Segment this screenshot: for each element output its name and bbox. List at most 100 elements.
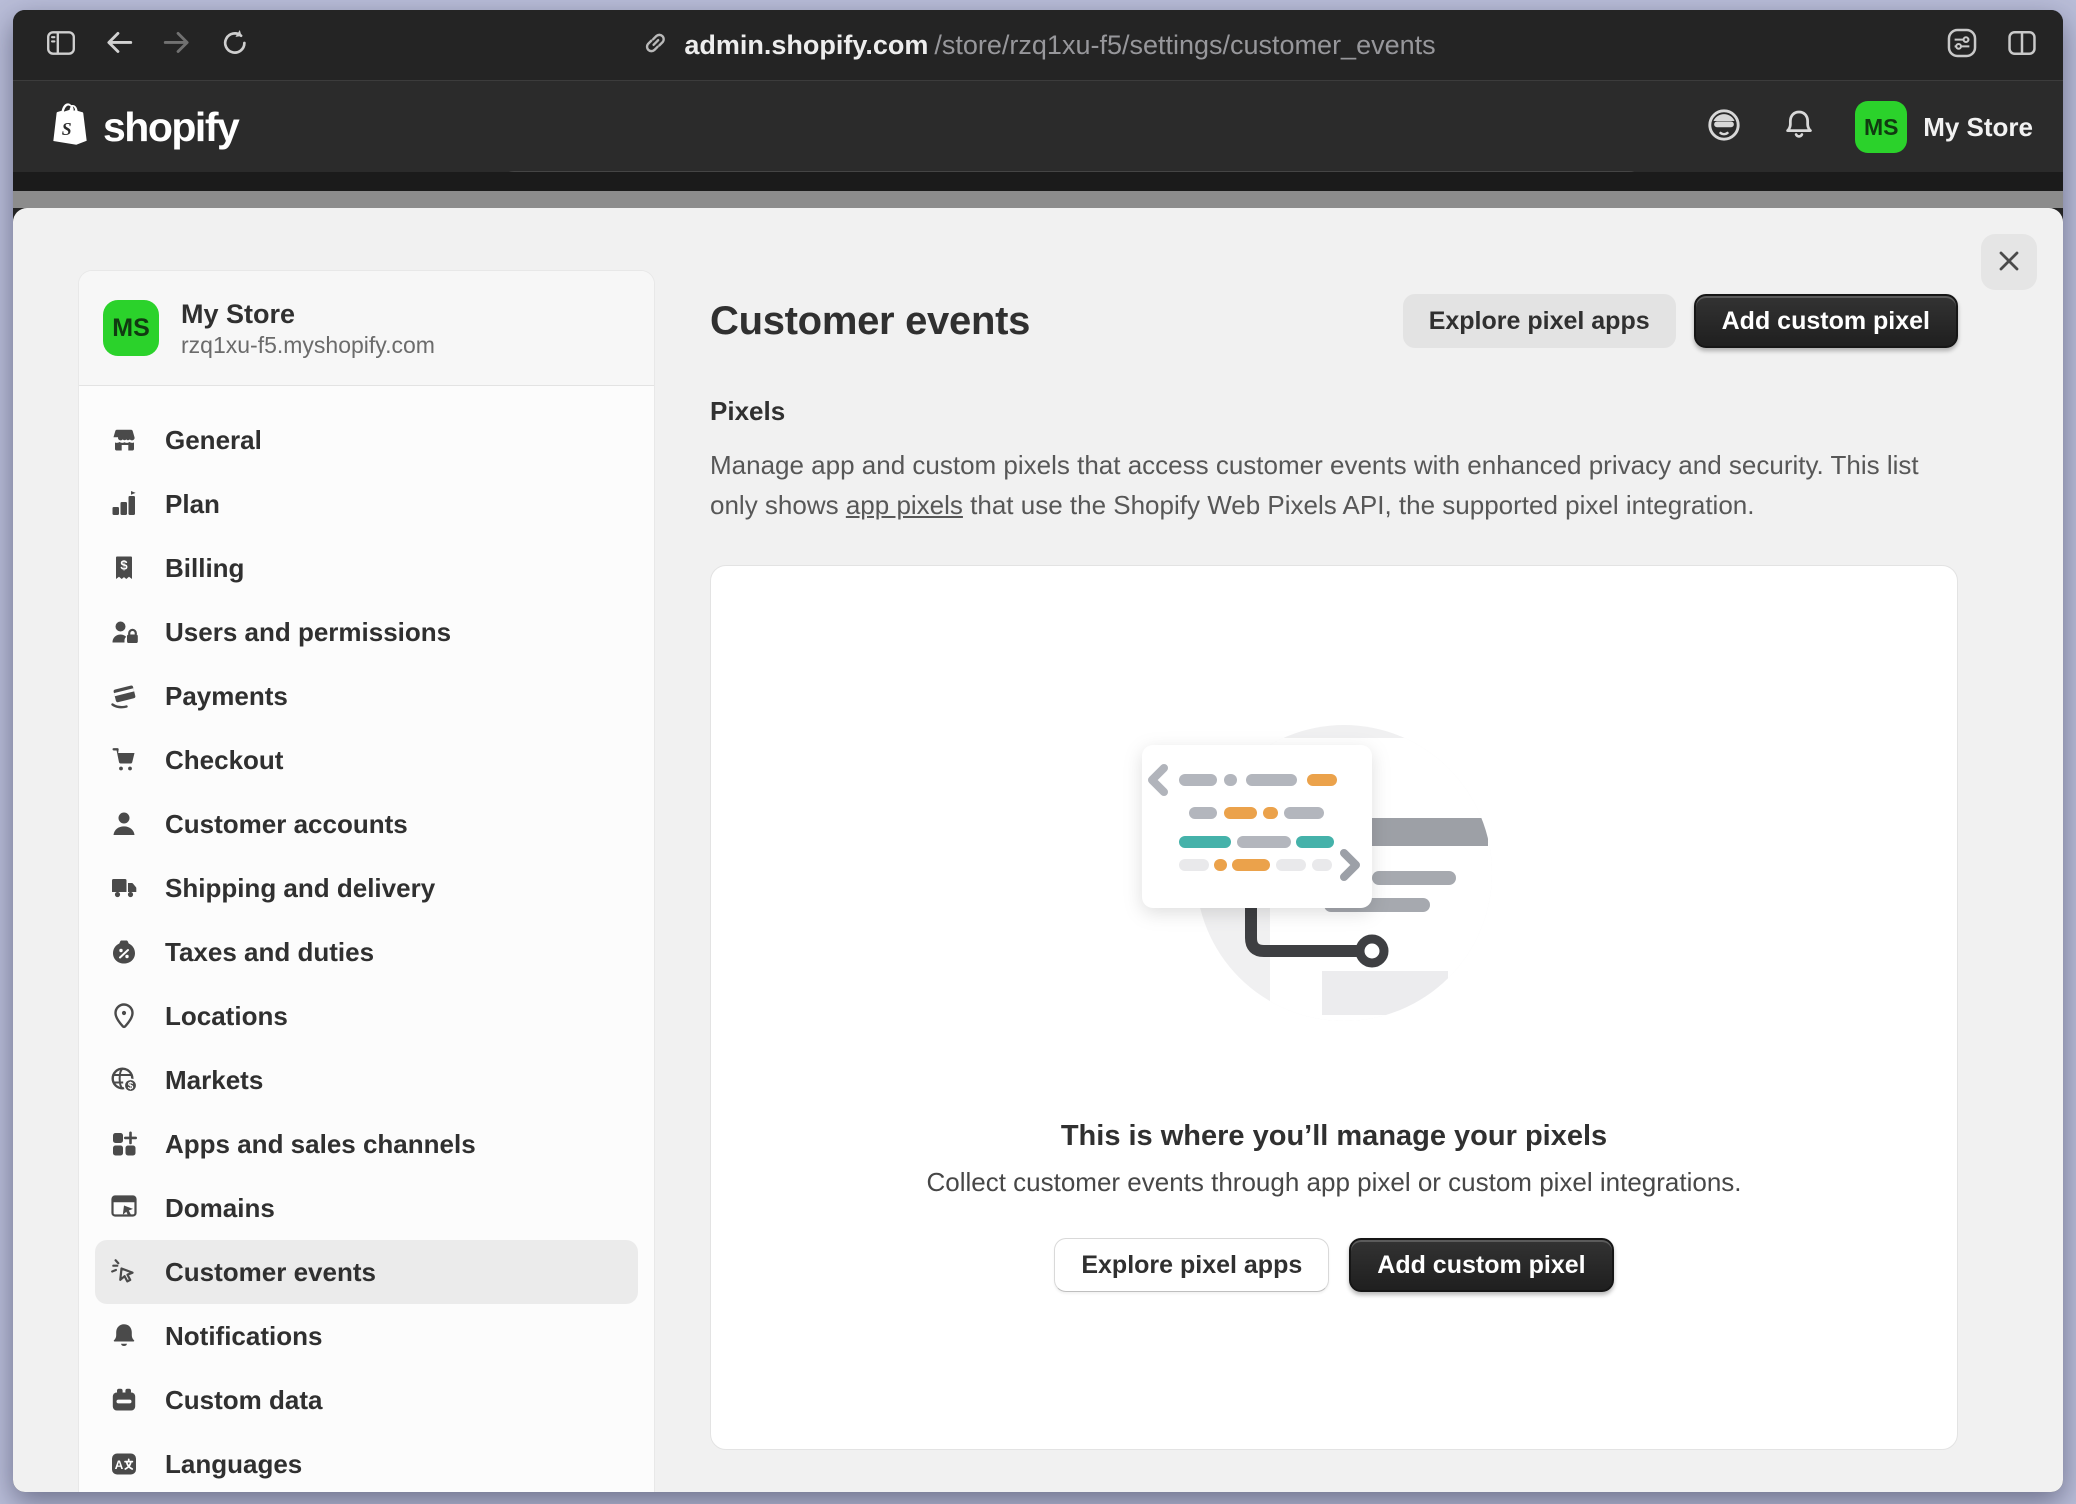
sidebar-item-label: Billing — [165, 553, 244, 584]
sidebar-item-label: Custom data — [165, 1385, 322, 1416]
add-custom-pixel-button[interactable]: Add custom pixel — [1694, 294, 1958, 348]
description-text-2: that use the Shopify Web Pixels API, the… — [963, 490, 1755, 520]
taxes-icon — [109, 937, 139, 967]
sidebar-item-apps-and-sales-channels[interactable]: Apps and sales channels — [95, 1112, 638, 1176]
browser-window: admin.shopify.com/store/rzq1xu-f5/settin… — [13, 10, 2063, 1492]
sidebar-item-label: Domains — [165, 1193, 275, 1224]
modal-scrim — [13, 191, 2063, 208]
app-pixels-link[interactable]: app pixels — [846, 490, 963, 520]
back-icon — [103, 27, 135, 64]
customer-accounts-icon — [109, 809, 139, 839]
sidebar-item-languages[interactable]: A Languages — [95, 1432, 638, 1492]
sidebar-item-label: Apps and sales channels — [165, 1129, 476, 1160]
pixels-empty-state-card: This is where you’ll manage your pixels … — [710, 565, 1958, 1450]
shopify-bag-icon: S — [49, 101, 91, 154]
sidebar-item-billing[interactable]: $ Billing — [95, 536, 638, 600]
sidebar-item-label: General — [165, 425, 262, 456]
account-store-name: My Store — [1923, 112, 2033, 143]
url-host: admin.shopify.com — [684, 30, 928, 61]
address-bar[interactable]: admin.shopify.com/store/rzq1xu-f5/settin… — [640, 10, 1435, 80]
customer-events-icon — [109, 1257, 139, 1287]
store-card: MS My Store rzq1xu-f5.myshopify.com — [79, 271, 654, 386]
sidebar-item-label: Plan — [165, 489, 220, 520]
store-icon — [109, 425, 139, 455]
sidebar-item-general[interactable]: General — [95, 408, 638, 472]
notifications-bell-icon[interactable] — [1781, 107, 1817, 148]
pixels-illustration — [1074, 698, 1594, 1088]
svg-text:$: $ — [120, 558, 128, 573]
sidekick-icon[interactable] — [1705, 106, 1743, 149]
sidebar-item-shipping-and-delivery[interactable]: Shipping and delivery — [95, 856, 638, 920]
languages-icon: A — [109, 1449, 139, 1479]
shopify-logo: S shopify — [49, 81, 238, 173]
users-icon — [109, 617, 139, 647]
sidebar-item-payments[interactable]: Payments — [95, 664, 638, 728]
custom-data-icon — [109, 1385, 139, 1415]
sidebar-item-locations[interactable]: Locations — [95, 984, 638, 1048]
empty-explore-pixel-apps-button[interactable]: Explore pixel apps — [1054, 1238, 1329, 1292]
billing-icon: $ — [109, 553, 139, 583]
sidebar-item-label: Users and permissions — [165, 617, 451, 648]
svg-text:$: $ — [128, 1081, 134, 1092]
sidebar-item-label: Languages — [165, 1449, 302, 1480]
close-icon — [1994, 246, 2024, 279]
store-avatar: MS — [1855, 101, 1907, 153]
empty-add-custom-pixel-button[interactable]: Add custom pixel — [1349, 1238, 1613, 1292]
sidebar-item-taxes-and-duties[interactable]: Taxes and duties — [95, 920, 638, 984]
sidebar-item-label: Markets — [165, 1065, 263, 1096]
page-settings-icon[interactable] — [1945, 26, 1979, 65]
forward-button[interactable] — [155, 23, 199, 67]
sidebar-item-domains[interactable]: Domains — [95, 1176, 638, 1240]
store-card-name: My Store — [181, 297, 435, 331]
empty-state-subtext: Collect customer events through app pixe… — [926, 1167, 1741, 1198]
sidebar-item-customer-accounts[interactable]: Customer accounts — [95, 792, 638, 856]
store-card-avatar: MS — [103, 300, 159, 356]
sidebar-item-label: Customer accounts — [165, 809, 408, 840]
sidebar-item-label: Shipping and delivery — [165, 873, 435, 904]
forward-icon — [161, 27, 193, 64]
apps-icon — [109, 1129, 139, 1159]
sidebar-item-custom-data[interactable]: Custom data — [95, 1368, 638, 1432]
shipping-icon — [109, 873, 139, 903]
page-title: Customer events — [710, 299, 1030, 344]
svg-text:A: A — [115, 1458, 124, 1472]
sidebar-item-markets[interactable]: $ Markets — [95, 1048, 638, 1112]
sidebar-item-label: Customer events — [165, 1257, 376, 1288]
settings-sidebar: MS My Store rzq1xu-f5.myshopify.com Gene… — [78, 270, 655, 1492]
sidebar-toggle-button[interactable] — [39, 23, 83, 67]
sidebar-item-label: Taxes and duties — [165, 937, 374, 968]
pixels-description: Manage app and custom pixels that access… — [710, 445, 1948, 525]
account-menu[interactable]: MS My Store — [1855, 101, 2033, 153]
sidebar-item-label: Locations — [165, 1001, 288, 1032]
sidebar-item-plan[interactable]: Plan — [95, 472, 638, 536]
shopify-wordmark: shopify — [103, 104, 238, 151]
back-button[interactable] — [97, 23, 141, 67]
markets-icon: $ — [109, 1065, 139, 1095]
settings-content: Customer events Explore pixel apps Add c… — [710, 208, 1958, 1450]
underlying-page-band — [13, 172, 2063, 191]
explore-pixel-apps-button[interactable]: Explore pixel apps — [1403, 294, 1676, 348]
reload-icon — [219, 27, 251, 64]
locations-icon — [109, 1001, 139, 1031]
checkout-icon — [109, 745, 139, 775]
store-card-domain: rzq1xu-f5.myshopify.com — [181, 331, 435, 359]
sidebar-item-checkout[interactable]: Checkout — [95, 728, 638, 792]
plan-icon — [109, 489, 139, 519]
settings-nav: General Plan $ Billing Users and permiss… — [79, 386, 654, 1492]
sidebar-item-notifications[interactable]: Notifications — [95, 1304, 638, 1368]
reload-button[interactable] — [213, 23, 257, 67]
sidebar-toggle-icon — [43, 27, 79, 64]
svg-text:S: S — [62, 118, 72, 138]
domains-icon — [109, 1193, 139, 1223]
admin-header: S shopify ⌘ K MS My Store — [13, 80, 2063, 172]
sidebar-item-label: Notifications — [165, 1321, 322, 1352]
close-button[interactable] — [1981, 234, 2037, 290]
browser-chrome: admin.shopify.com/store/rzq1xu-f5/settin… — [13, 10, 2063, 80]
url-path: /store/rzq1xu-f5/settings/customer_event… — [934, 30, 1435, 61]
split-view-icon[interactable] — [2005, 26, 2039, 65]
sidebar-item-customer-events[interactable]: Customer events — [95, 1240, 638, 1304]
sidebar-item-label: Payments — [165, 681, 288, 712]
settings-modal: MS My Store rzq1xu-f5.myshopify.com Gene… — [13, 208, 2063, 1492]
sidebar-item-users-and-permissions[interactable]: Users and permissions — [95, 600, 638, 664]
empty-state-heading: This is where you’ll manage your pixels — [1061, 1120, 1607, 1153]
